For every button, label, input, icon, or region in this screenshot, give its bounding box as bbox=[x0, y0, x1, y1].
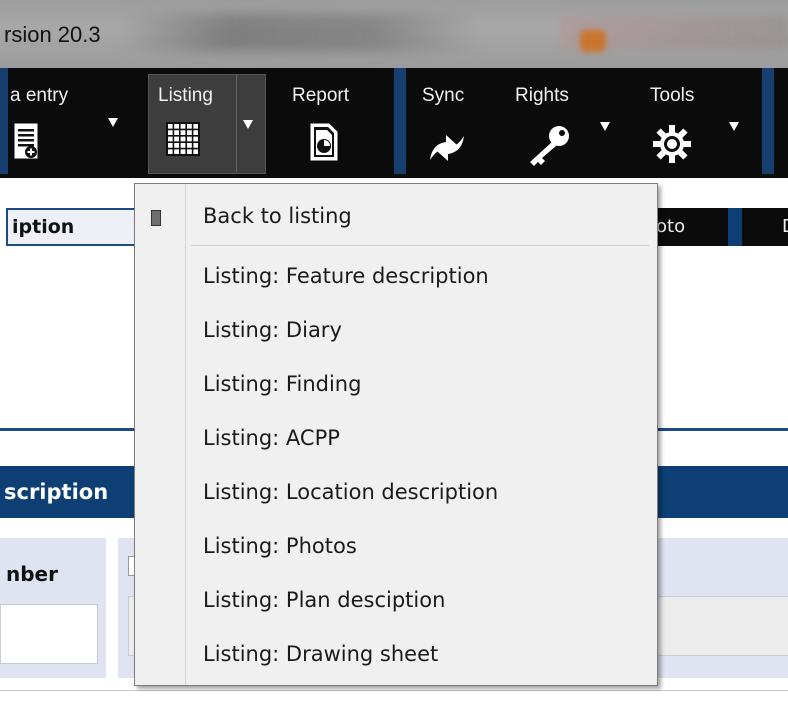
listing-label: Listing bbox=[158, 85, 213, 106]
tab-d-label: D bbox=[782, 216, 788, 237]
grid-icon bbox=[166, 122, 200, 156]
chevron-down-icon[interactable] bbox=[108, 118, 118, 127]
sync-arrows-icon bbox=[430, 135, 464, 161]
menu-icon-gutter bbox=[135, 184, 186, 685]
gear-icon bbox=[653, 125, 691, 163]
toolbar-separator bbox=[762, 68, 774, 174]
tab-photo-label: oto bbox=[656, 216, 686, 237]
section-title: scription bbox=[4, 480, 109, 504]
report-document-icon bbox=[310, 123, 338, 161]
listing-dropdown-menu: Back to listing Listing: Feature descrip… bbox=[134, 183, 658, 686]
number-input[interactable] bbox=[0, 604, 98, 664]
divider bbox=[0, 690, 788, 691]
tab-d[interactable]: D bbox=[742, 208, 788, 246]
menu-item-back-to-listing[interactable]: Back to listing bbox=[203, 204, 352, 228]
window-title: rsion 20.3 bbox=[4, 22, 101, 47]
menu-item-plan-description[interactable]: Listing: Plan desciption bbox=[203, 588, 445, 612]
main-toolbar: a entry Listing Report Sync Rights Tools bbox=[0, 68, 788, 178]
tab-description-label: iption bbox=[12, 216, 75, 238]
number-field-group: nber bbox=[0, 538, 106, 678]
menu-item-photos[interactable]: Listing: Photos bbox=[203, 534, 357, 558]
listing-split-divider bbox=[236, 74, 237, 172]
menu-item-drawing-sheet[interactable]: Listing: Drawing sheet bbox=[203, 642, 438, 666]
tab-photo[interactable]: oto bbox=[654, 208, 728, 246]
back-to-listing-icon bbox=[151, 210, 161, 226]
menu-item-diary[interactable]: Listing: Diary bbox=[203, 318, 342, 342]
rights-dropdown-arrow[interactable] bbox=[600, 122, 610, 131]
menu-separator bbox=[191, 245, 649, 246]
tools-label: Tools bbox=[650, 85, 695, 106]
tools-dropdown-arrow[interactable] bbox=[729, 122, 739, 131]
menu-item-acpp[interactable]: Listing: ACPP bbox=[203, 426, 340, 450]
data-entry-label: a entry bbox=[10, 85, 69, 106]
tab-strip-fill bbox=[728, 208, 742, 246]
number-label: nber bbox=[6, 562, 58, 586]
key-icon bbox=[530, 126, 569, 166]
toolbar-separator bbox=[394, 68, 406, 174]
app-logo-icon bbox=[580, 30, 606, 52]
tab-description[interactable]: iption bbox=[6, 208, 138, 246]
menu-item-feature-description[interactable]: Listing: Feature description bbox=[203, 264, 489, 288]
menu-item-finding[interactable]: Listing: Finding bbox=[203, 372, 361, 396]
title-bar: rsion 20.3 bbox=[0, 0, 788, 68]
report-label: Report bbox=[292, 85, 350, 106]
title-bar-background bbox=[120, 14, 480, 52]
menu-item-location-description[interactable]: Listing: Location description bbox=[203, 480, 498, 504]
toolbar-separator bbox=[0, 68, 8, 174]
rights-label: Rights bbox=[515, 85, 569, 106]
document-add-icon bbox=[14, 123, 38, 159]
sync-label: Sync bbox=[422, 85, 465, 106]
listing-dropdown-arrow[interactable] bbox=[243, 120, 253, 129]
